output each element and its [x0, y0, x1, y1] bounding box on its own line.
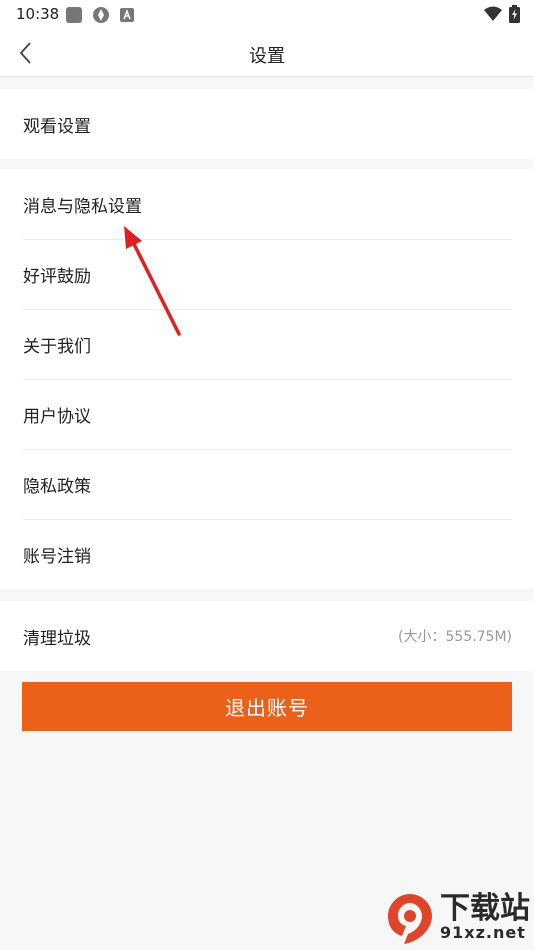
settings-item-about-us[interactable]: 关于我们 [0, 309, 534, 379]
settings-item-label: 关于我们 [23, 336, 91, 357]
settings-item-label: 用户协议 [23, 406, 91, 427]
settings-item-label: 好评鼓励 [23, 266, 91, 287]
header-bar: 设置 [0, 30, 534, 77]
keyboard-a-icon [120, 8, 134, 22]
settings-item-delete-account[interactable]: 账号注销 [0, 519, 534, 589]
settings-item-label: 隐私政策 [23, 476, 91, 497]
watermark-domain: 91xz.net [440, 923, 526, 942]
logout-button[interactable]: 退出账号 [22, 682, 512, 731]
settings-item-label: 观看设置 [23, 116, 91, 137]
settings-item-label: 清理垃圾 [23, 628, 91, 649]
cache-size-value: (大小：555.75M) [398, 629, 512, 645]
settings-item-user-agreement[interactable]: 用户协议 [0, 379, 534, 449]
settings-item-message-privacy[interactable]: 消息与隐私设置 [0, 169, 534, 239]
battery-charging-icon [509, 5, 520, 23]
settings-group-viewing: 观看设置 [0, 89, 534, 159]
watermark-logo-icon [388, 894, 432, 944]
settings-item-label: 账号注销 [23, 546, 91, 567]
settings-item-privacy-policy[interactable]: 隐私政策 [0, 449, 534, 519]
wifi-icon [484, 6, 502, 21]
sync-icon [93, 7, 109, 23]
settings-item-rate-us[interactable]: 好评鼓励 [0, 239, 534, 309]
status-time: 10:38 [16, 5, 60, 23]
status-system-icons [483, 5, 520, 23]
watermark-title: 下载站 [440, 891, 530, 926]
page-title: 设置 [249, 46, 285, 67]
settings-group-cache: 清理垃圾 (大小：555.75M) [0, 601, 534, 671]
status-bar: 10:38 [0, 0, 534, 30]
status-notification-icons [66, 6, 134, 24]
app-notification-icon [66, 7, 82, 23]
watermark: 下载站 91xz.net [382, 890, 530, 946]
settings-item-label: 消息与隐私设置 [23, 196, 142, 217]
settings-item-viewing[interactable]: 观看设置 [0, 89, 534, 159]
settings-group-main: 消息与隐私设置 好评鼓励 关于我们 用户协议 隐私政策 账号注销 [0, 169, 534, 589]
settings-item-clear-cache[interactable]: 清理垃圾 (大小：555.75M) [0, 601, 534, 671]
